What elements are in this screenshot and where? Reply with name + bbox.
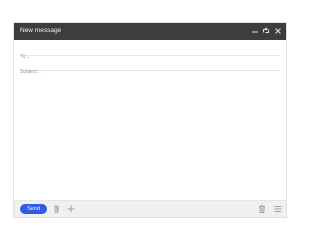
restore-icon: [263, 27, 269, 33]
title-bar: New message: [14, 23, 286, 40]
window-title: New message: [20, 27, 62, 34]
close-icon: [275, 28, 281, 34]
trash-icon: [259, 205, 265, 213]
minimize-icon: [252, 31, 258, 33]
compose-toolbar: Send: [14, 200, 286, 217]
menu-icon: [274, 206, 282, 212]
restore-button[interactable]: [261, 26, 271, 36]
to-field-row: [20, 45, 280, 62]
paperclip-icon: [54, 205, 59, 213]
subject-field-row: [20, 60, 280, 77]
minimize-button[interactable]: [250, 26, 260, 36]
attach-button[interactable]: [52, 204, 62, 214]
add-button[interactable]: [66, 204, 76, 214]
send-button[interactable]: Send: [20, 204, 47, 214]
message-body[interactable]: [20, 75, 280, 197]
compose-window: New message Send: [13, 22, 287, 218]
delete-button[interactable]: [257, 204, 267, 214]
close-button[interactable]: [273, 26, 283, 36]
plus-icon: [67, 205, 75, 213]
more-options-button[interactable]: [273, 204, 283, 214]
